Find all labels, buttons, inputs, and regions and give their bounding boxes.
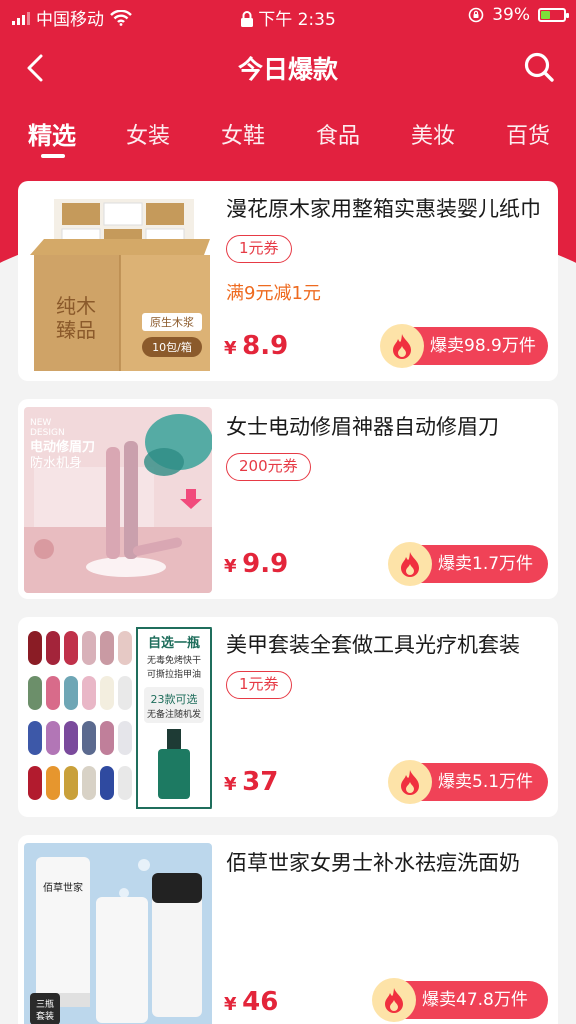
image-text: 无毒免烤快干	[147, 654, 201, 666]
sales-badge: 爆卖5.1万件	[388, 760, 548, 804]
image-text: DESIGN	[30, 428, 65, 438]
orientation-lock-icon	[468, 7, 484, 23]
product-image[interactable]: 自选一瓶 无毒免烤快干 可撕拉指甲油 23款可选 无备注随机发	[24, 625, 212, 811]
nail-swatch	[82, 766, 96, 800]
product-card[interactable]: NEW DESIGN 电动修眉刀 防水机身 女士电动修眉神器自动修眉刀 200元…	[18, 399, 558, 599]
nail-swatch	[46, 631, 60, 665]
nail-swatch	[82, 631, 96, 665]
image-text: 23款可选	[151, 692, 198, 706]
nail-swatch	[118, 766, 132, 800]
product-image[interactable]: 纯木 臻品 原生木浆 10包/箱	[24, 189, 212, 375]
nail-swatch	[64, 721, 78, 755]
nail-swatch	[100, 721, 114, 755]
nail-swatch	[64, 766, 78, 800]
sales-badge: 爆卖1.7万件	[388, 542, 548, 586]
nail-swatch	[118, 676, 132, 710]
sales-badge: 爆卖47.8万件	[372, 978, 548, 1022]
product-title[interactable]: 女士电动修眉神器自动修眉刀	[226, 411, 546, 441]
sales-text: 爆卖1.7万件	[438, 554, 534, 574]
nail-swatch	[82, 676, 96, 710]
product-price: ¥ 37	[224, 767, 278, 797]
fire-icon	[372, 978, 416, 1022]
battery-level	[541, 11, 550, 19]
nail-swatch	[46, 721, 60, 755]
tab-selected[interactable]: 精选	[28, 116, 76, 151]
product-price: ¥ 46	[224, 987, 278, 1017]
fire-icon	[388, 542, 432, 586]
tab-food[interactable]: 食品	[316, 118, 360, 150]
nail-swatch	[28, 766, 42, 800]
product-title[interactable]: 美甲套装全套做工具光疗机套装	[226, 629, 546, 659]
image-text: NEW	[30, 418, 51, 428]
sales-badge: 爆卖98.9万件	[380, 324, 548, 368]
product-card[interactable]: 纯木 臻品 原生木浆 10包/箱 漫花原木家用整箱实惠装婴儿纸巾 1元券 满9元…	[18, 181, 558, 381]
status-right: 39%	[468, 5, 569, 25]
nail-swatch	[64, 676, 78, 710]
nail-swatch	[118, 721, 132, 755]
image-text: 原生木浆	[150, 315, 194, 329]
product-title[interactable]: 漫花原木家用整箱实惠装婴儿纸巾	[226, 193, 546, 223]
image-text: 10包/箱	[152, 340, 192, 354]
image-text: 三瓶	[36, 998, 54, 1010]
product-card[interactable]: 佰草世家 三瓶 套装 佰草世家女男士补水祛痘洗面奶 ¥ 46 爆卖47.8万件	[18, 835, 558, 1024]
nail-swatch	[46, 766, 60, 800]
battery-icon	[538, 8, 569, 22]
image-text: 防水机身	[30, 455, 82, 471]
image-text: 佰草世家	[43, 881, 83, 894]
nail-swatch	[28, 631, 42, 665]
image-text: 纯木	[56, 294, 96, 318]
image-text: 套装	[36, 1010, 54, 1022]
currency-symbol: ¥	[224, 338, 237, 359]
nail-swatch	[64, 631, 78, 665]
currency-symbol: ¥	[224, 774, 237, 795]
product-price: ¥ 8.9	[224, 331, 288, 361]
nail-swatch	[100, 676, 114, 710]
tab-womens-clothing[interactable]: 女装	[126, 118, 170, 150]
navbar: 今日爆款	[0, 40, 576, 94]
category-tabs: 精选 女装 女鞋 食品 美妆 百货	[0, 110, 576, 160]
clock-label: 下午 2:35	[258, 10, 336, 30]
page-title: 今日爆款	[237, 55, 338, 84]
nail-swatch	[28, 721, 42, 755]
fire-icon	[380, 324, 424, 368]
sales-text: 爆卖5.1万件	[438, 772, 534, 792]
active-tab-indicator	[41, 154, 65, 158]
image-text: 自选一瓶	[148, 635, 200, 651]
nail-swatch	[118, 631, 132, 665]
sales-text: 爆卖98.9万件	[430, 336, 536, 356]
lock-icon	[241, 11, 254, 27]
product-image[interactable]: NEW DESIGN 电动修眉刀 防水机身	[24, 407, 212, 593]
image-text: 臻品	[56, 318, 96, 342]
tab-general-merchandise[interactable]: 百货	[506, 118, 550, 150]
fire-icon	[388, 760, 432, 804]
product-image[interactable]: 佰草世家 三瓶 套装	[24, 843, 212, 1024]
nail-swatch	[100, 631, 114, 665]
price-value: 8.9	[242, 331, 289, 361]
image-text: 无备注随机发	[147, 708, 201, 720]
price-value: 37	[242, 767, 279, 797]
coupon-badge[interactable]: 1元券	[226, 235, 292, 263]
nail-swatch	[82, 721, 96, 755]
currency-symbol: ¥	[224, 556, 237, 577]
coupon-badge[interactable]: 1元券	[226, 671, 292, 699]
currency-symbol: ¥	[224, 994, 237, 1015]
tab-womens-shoes[interactable]: 女鞋	[221, 118, 265, 150]
tab-beauty[interactable]: 美妆	[411, 118, 455, 150]
coupon-badge[interactable]: 200元券	[226, 453, 311, 481]
nail-swatch	[46, 676, 60, 710]
product-card[interactable]: 自选一瓶 无毒免烤快干 可撕拉指甲油 23款可选 无备注随机发 美甲套装全套做工…	[18, 617, 558, 817]
price-value: 9.9	[242, 549, 289, 579]
nail-swatch	[100, 766, 114, 800]
image-text: 电动修眉刀	[30, 439, 95, 455]
product-title[interactable]: 佰草世家女男士补水祛痘洗面奶	[226, 847, 546, 877]
nail-swatch	[28, 676, 42, 710]
image-text: 可撕拉指甲油	[147, 668, 201, 680]
search-icon[interactable]	[522, 50, 556, 84]
price-value: 46	[242, 987, 279, 1017]
status-bar: 中国移动 下午 2:35 39%	[0, 0, 576, 32]
sales-text: 爆卖47.8万件	[422, 990, 528, 1010]
product-price: ¥ 9.9	[224, 549, 288, 579]
battery-percent: 39%	[492, 5, 530, 25]
promo-text: 满9元减1元	[226, 283, 321, 304]
